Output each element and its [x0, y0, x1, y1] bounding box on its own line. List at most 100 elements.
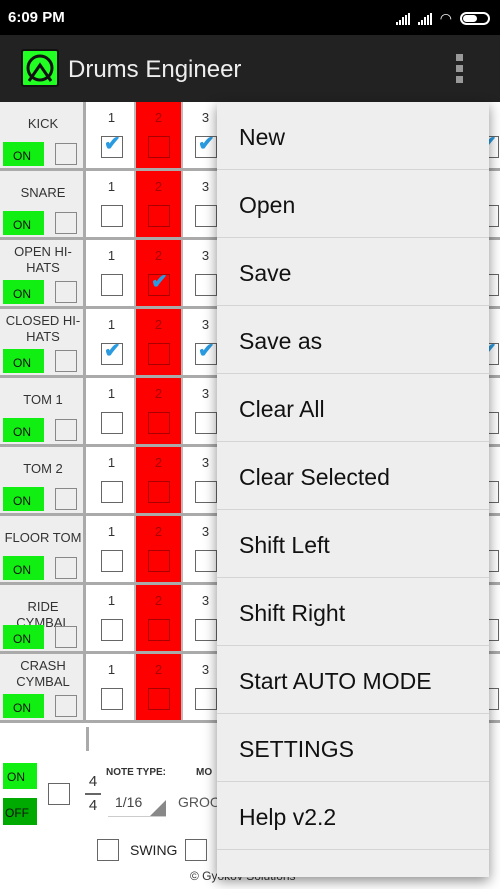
drum-select-checkbox[interactable] [55, 350, 77, 372]
battery-icon [460, 12, 490, 25]
drum-on-toggle[interactable]: ON [3, 694, 44, 718]
checkmark-icon: ✔ [104, 133, 121, 155]
step-cell: 1 [89, 654, 136, 720]
drum-label: CLOSED HI-HATS ON [0, 309, 86, 375]
step-cell: 2 [136, 102, 183, 168]
step-cell: 2 [136, 516, 183, 582]
step-checkbox[interactable] [195, 619, 217, 641]
signal-icon [395, 12, 410, 25]
drum-select-checkbox[interactable] [55, 143, 77, 165]
drum-name: FLOOR TOM [4, 530, 82, 545]
step-checkbox[interactable]: ✔ [148, 271, 170, 296]
loop-checkbox[interactable] [48, 783, 70, 805]
step-checkbox[interactable] [101, 412, 123, 434]
step-checkbox[interactable] [148, 619, 170, 641]
step-number: 1 [107, 524, 116, 539]
step-checkbox[interactable] [195, 688, 217, 710]
dropdown-arrow-icon [150, 800, 166, 816]
menu-item[interactable]: SETTINGS [217, 714, 489, 782]
app-logo-icon [21, 49, 59, 87]
menu-item[interactable]: Clear All [217, 374, 489, 442]
step-number: 1 [107, 179, 116, 194]
step-checkbox[interactable]: ✔ [195, 133, 217, 158]
drum-select-checkbox[interactable] [55, 695, 77, 717]
step-checkbox[interactable] [101, 550, 123, 572]
step-checkbox[interactable] [195, 205, 217, 227]
swing-checkbox[interactable] [97, 839, 119, 861]
step-cell: 2 [136, 447, 183, 513]
drum-label: SNARE ON [0, 171, 86, 237]
drum-select-checkbox[interactable] [55, 626, 77, 648]
note-type-dropdown[interactable]: 1/16 [108, 790, 166, 817]
menu-item[interactable]: Shift Left [217, 510, 489, 578]
menu-item[interactable]: Start AUTO MODE [217, 646, 489, 714]
drum-select-checkbox[interactable] [55, 557, 77, 579]
clock: 6:09 PM [8, 9, 65, 26]
menu-item[interactable]: Save as [217, 306, 489, 374]
step-checkbox[interactable] [148, 412, 170, 434]
menu-item[interactable]: Shift Right [217, 578, 489, 646]
status-bar: 6:09 PM ◠ [0, 0, 500, 35]
step-checkbox[interactable] [101, 688, 123, 710]
step-checkbox[interactable] [101, 205, 123, 227]
app-title: Drums Engineer [68, 56, 242, 83]
step-number: 1 [107, 593, 116, 608]
step-checkbox[interactable]: ✔ [101, 340, 123, 365]
step-cell: 2 [136, 654, 183, 720]
step-cell: 1 [89, 447, 136, 513]
drum-select-checkbox[interactable] [55, 419, 77, 441]
drum-on-toggle[interactable]: ON [3, 418, 44, 442]
time-sig-top: 4 [88, 773, 98, 790]
step-number: 2 [154, 248, 163, 263]
drum-select-checkbox[interactable] [55, 488, 77, 510]
step-checkbox[interactable] [148, 481, 170, 503]
drum-select-checkbox[interactable] [55, 212, 77, 234]
step-cell: 2 [136, 309, 183, 375]
drum-on-toggle[interactable]: ON [3, 349, 44, 373]
menu-item[interactable]: Save [217, 238, 489, 306]
step-checkbox[interactable]: ✔ [195, 340, 217, 365]
time-signature[interactable]: 44 [85, 773, 101, 815]
drum-on-toggle[interactable]: ON [3, 280, 44, 304]
drum-label: OPEN HI-HATS ON [0, 240, 86, 306]
drum-label: RIDE CYMBAL ON [0, 585, 86, 651]
drum-on-toggle[interactable]: ON [3, 211, 44, 235]
drum-select-checkbox[interactable] [55, 281, 77, 303]
step-checkbox[interactable] [148, 136, 170, 158]
drum-on-toggle[interactable]: ON [3, 487, 44, 511]
menu-item[interactable]: New [217, 102, 489, 170]
drum-on-toggle[interactable]: ON [3, 142, 44, 166]
drum-name: KICK [27, 116, 59, 131]
menu-item[interactable]: Help v2.2 [217, 782, 489, 850]
step-checkbox[interactable] [148, 343, 170, 365]
step-number: 1 [107, 317, 116, 332]
overflow-menu-icon[interactable] [456, 54, 463, 83]
drum-on-toggle[interactable]: ON [3, 625, 44, 649]
menu-item[interactable] [217, 850, 489, 877]
mode-label: MO [196, 767, 213, 778]
drum-name: CLOSED HI-HATS [5, 313, 81, 344]
step-checkbox[interactable] [101, 274, 123, 296]
step-checkbox[interactable] [148, 688, 170, 710]
step-checkbox[interactable] [148, 550, 170, 572]
play-off-button[interactable]: OFF [3, 798, 37, 825]
step-checkbox[interactable] [195, 550, 217, 572]
menu-item[interactable]: Clear Selected [217, 442, 489, 510]
step-number: 1 [107, 455, 116, 470]
step-checkbox[interactable]: ✔ [101, 133, 123, 158]
step-checkbox[interactable] [195, 412, 217, 434]
step-number: 2 [154, 317, 163, 332]
play-on-button[interactable]: ON [3, 763, 37, 789]
mode-dropdown[interactable]: GROO [178, 794, 221, 810]
step-number: 2 [154, 662, 163, 677]
extra-checkbox[interactable] [185, 839, 207, 861]
drum-on-toggle[interactable]: ON [3, 556, 44, 580]
menu-item[interactable]: Open [217, 170, 489, 238]
step-cell: 1 [89, 171, 136, 237]
step-checkbox[interactable] [101, 619, 123, 641]
step-checkbox[interactable] [148, 205, 170, 227]
drum-label: TOM 1 ON [0, 378, 86, 444]
step-checkbox[interactable] [101, 481, 123, 503]
step-checkbox[interactable] [195, 274, 217, 296]
step-checkbox[interactable] [195, 481, 217, 503]
